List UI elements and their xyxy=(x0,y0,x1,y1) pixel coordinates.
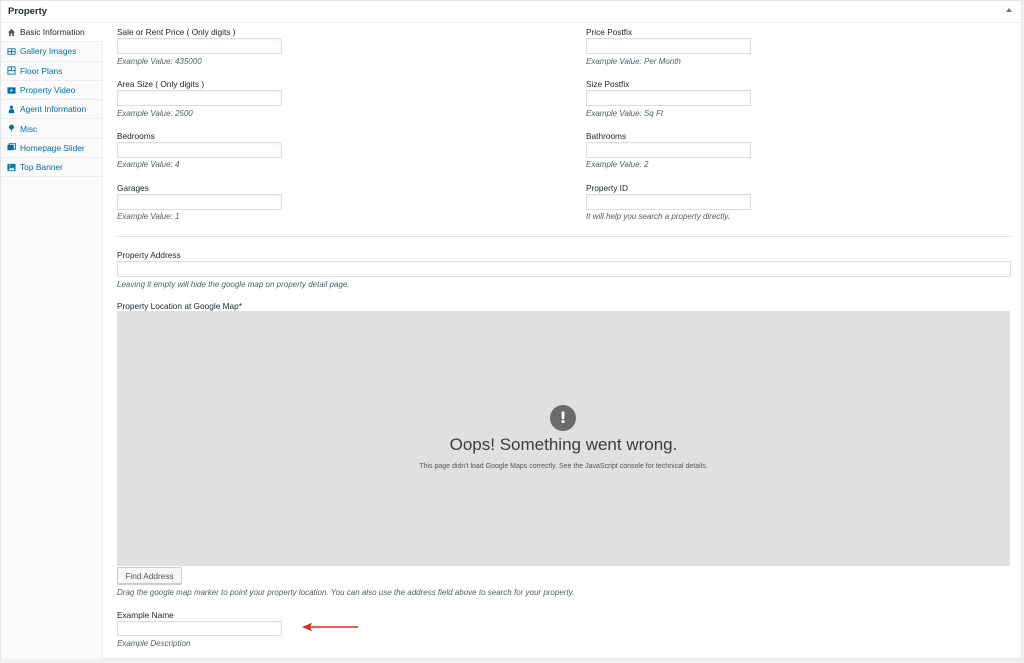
images-icon xyxy=(7,47,16,56)
garages-label: Garages xyxy=(117,183,149,193)
metabox-tabs: Basic Information Gallery Images Floor P… xyxy=(1,23,103,659)
section-divider xyxy=(117,236,1011,237)
collapse-toggle-icon[interactable] xyxy=(1006,8,1012,12)
bedrooms-input[interactable] xyxy=(117,142,282,158)
tab-basic-information[interactable]: Basic Information xyxy=(1,23,103,43)
agent-icon xyxy=(7,105,16,114)
example-name-label: Example Name xyxy=(117,610,174,620)
tab-label: Misc xyxy=(20,123,38,134)
example-name-input[interactable] xyxy=(117,621,282,636)
tab-label: Gallery Images xyxy=(20,46,77,57)
floor-plans-icon xyxy=(7,66,16,75)
bedrooms-hint: Example Value: 4 xyxy=(117,160,180,169)
map-error-detail: This page didn't load Google Maps correc… xyxy=(419,463,708,470)
metabox-header[interactable]: Property xyxy=(1,1,1021,23)
annotation-arrow-icon xyxy=(302,622,358,632)
home-icon xyxy=(7,28,16,37)
video-icon xyxy=(7,86,16,95)
tab-gallery-images[interactable]: Gallery Images xyxy=(1,42,102,62)
google-map[interactable]: ! Oops! Something went wrong. This page … xyxy=(117,311,1010,566)
map-hint: Drag the google map marker to point your… xyxy=(117,588,575,597)
tab-label: Property Video xyxy=(20,85,76,96)
garages-input[interactable] xyxy=(117,194,282,210)
tab-misc[interactable]: Misc xyxy=(1,119,102,139)
property-address-hint: Leaving it empty will hide the google ma… xyxy=(117,280,350,289)
property-id-hint: It will help you search a property direc… xyxy=(586,212,730,221)
tab-floor-plans[interactable]: Floor Plans xyxy=(1,62,102,81)
tab-label: Homepage Slider xyxy=(20,142,85,153)
map-location-label: Property Location at Google Map* xyxy=(117,301,242,311)
sale-price-label: Sale or Rent Price ( Only digits ) xyxy=(117,27,236,37)
tab-agent-information[interactable]: Agent Information xyxy=(1,100,102,120)
sale-price-input[interactable] xyxy=(117,38,282,54)
area-size-input[interactable] xyxy=(117,90,282,106)
bedrooms-label: Bedrooms xyxy=(117,131,155,141)
bathrooms-hint: Example Value: 2 xyxy=(586,160,649,169)
banner-icon xyxy=(7,163,16,172)
property-id-label: Property ID xyxy=(586,183,628,193)
price-postfix-hint: Example Value: Per Month xyxy=(586,57,681,66)
page-bottom xyxy=(0,659,1024,663)
garages-hint: Example Value: 1 xyxy=(117,212,180,221)
tab-label: Agent Information xyxy=(20,104,87,115)
area-size-label: Area Size ( Only digits ) xyxy=(117,79,205,89)
property-address-input[interactable] xyxy=(117,261,1011,277)
size-postfix-input[interactable] xyxy=(586,90,751,106)
tab-top-banner[interactable]: Top Banner xyxy=(1,158,102,178)
pin-icon xyxy=(7,124,16,133)
slider-icon xyxy=(7,143,16,152)
tab-label: Basic Information xyxy=(20,27,85,38)
tab-homepage-slider[interactable]: Homepage Slider xyxy=(1,139,102,159)
map-error-title: Oops! Something went wrong. xyxy=(449,435,678,454)
bathrooms-input[interactable] xyxy=(586,142,751,158)
tab-label: Top Banner xyxy=(20,162,63,173)
find-address-button[interactable]: Find Address xyxy=(117,567,182,584)
price-postfix-label: Price Postfix xyxy=(586,27,633,37)
tab-label: Floor Plans xyxy=(20,65,63,76)
price-postfix-input[interactable] xyxy=(586,38,751,54)
property-id-input[interactable] xyxy=(586,194,751,210)
metabox-title: Property xyxy=(8,6,48,17)
map-error-icon: ! xyxy=(550,405,576,431)
bathrooms-label: Bathrooms xyxy=(586,131,627,141)
property-address-label: Property Address xyxy=(117,250,181,260)
example-name-hint: Example Description xyxy=(117,639,191,648)
area-size-hint: Example Value: 2500 xyxy=(117,109,193,118)
tab-property-video[interactable]: Property Video xyxy=(1,81,102,101)
size-postfix-label: Size Postfix xyxy=(586,79,630,89)
sale-price-hint: Example Value: 435000 xyxy=(117,57,202,66)
size-postfix-hint: Example Value: Sq Ft xyxy=(586,109,664,118)
